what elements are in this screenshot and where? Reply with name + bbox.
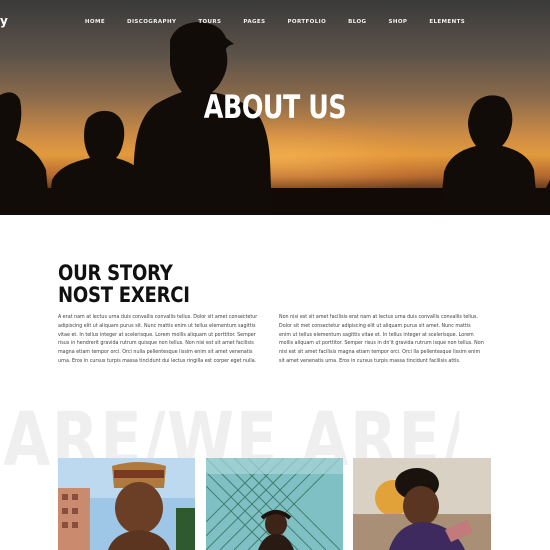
nav-item-elements[interactable]: ELEMENTS [418, 16, 476, 28]
team-photo-2[interactable] [206, 458, 343, 550]
story-heading-line-1: OUR STORY [58, 261, 173, 285]
page-title: ABOUT US [203, 88, 347, 126]
story-heading-line-2: NOST EXERCI [58, 283, 190, 307]
story-heading: OUR STORY NOST EXERCI [58, 262, 247, 306]
portrait-man-hat-image [58, 458, 195, 550]
story-paragraph-left: A erat nam at lectus urna duis convallis… [58, 315, 258, 364]
portrait-man-smiling-image [353, 458, 491, 550]
nav-item-portfolio[interactable]: PORTFOLIO [276, 16, 337, 28]
portrait-woman-fence-image [206, 458, 343, 550]
team-photo-3[interactable] [353, 458, 491, 550]
story-paragraph-right: Non nisi est sit amet facilisis erat nam… [279, 315, 484, 364]
nav-item-blog[interactable]: BLOG [337, 16, 377, 28]
hero-banner: y HOME DISCOGRAPHY TOURS PAGES PORTFOLIO… [0, 0, 550, 215]
team-photo-1[interactable] [58, 458, 195, 550]
nav-item-discography[interactable]: DISCOGRAPHY [116, 16, 187, 28]
nav-item-home[interactable]: HOME [74, 16, 116, 28]
nav-item-shop[interactable]: SHOP [377, 16, 418, 28]
nav-item-tours[interactable]: TOURS [187, 16, 232, 28]
main-navigation: HOME DISCOGRAPHY TOURS PAGES PORTFOLIO B… [0, 16, 550, 28]
nav-item-pages[interactable]: PAGES [232, 16, 276, 28]
